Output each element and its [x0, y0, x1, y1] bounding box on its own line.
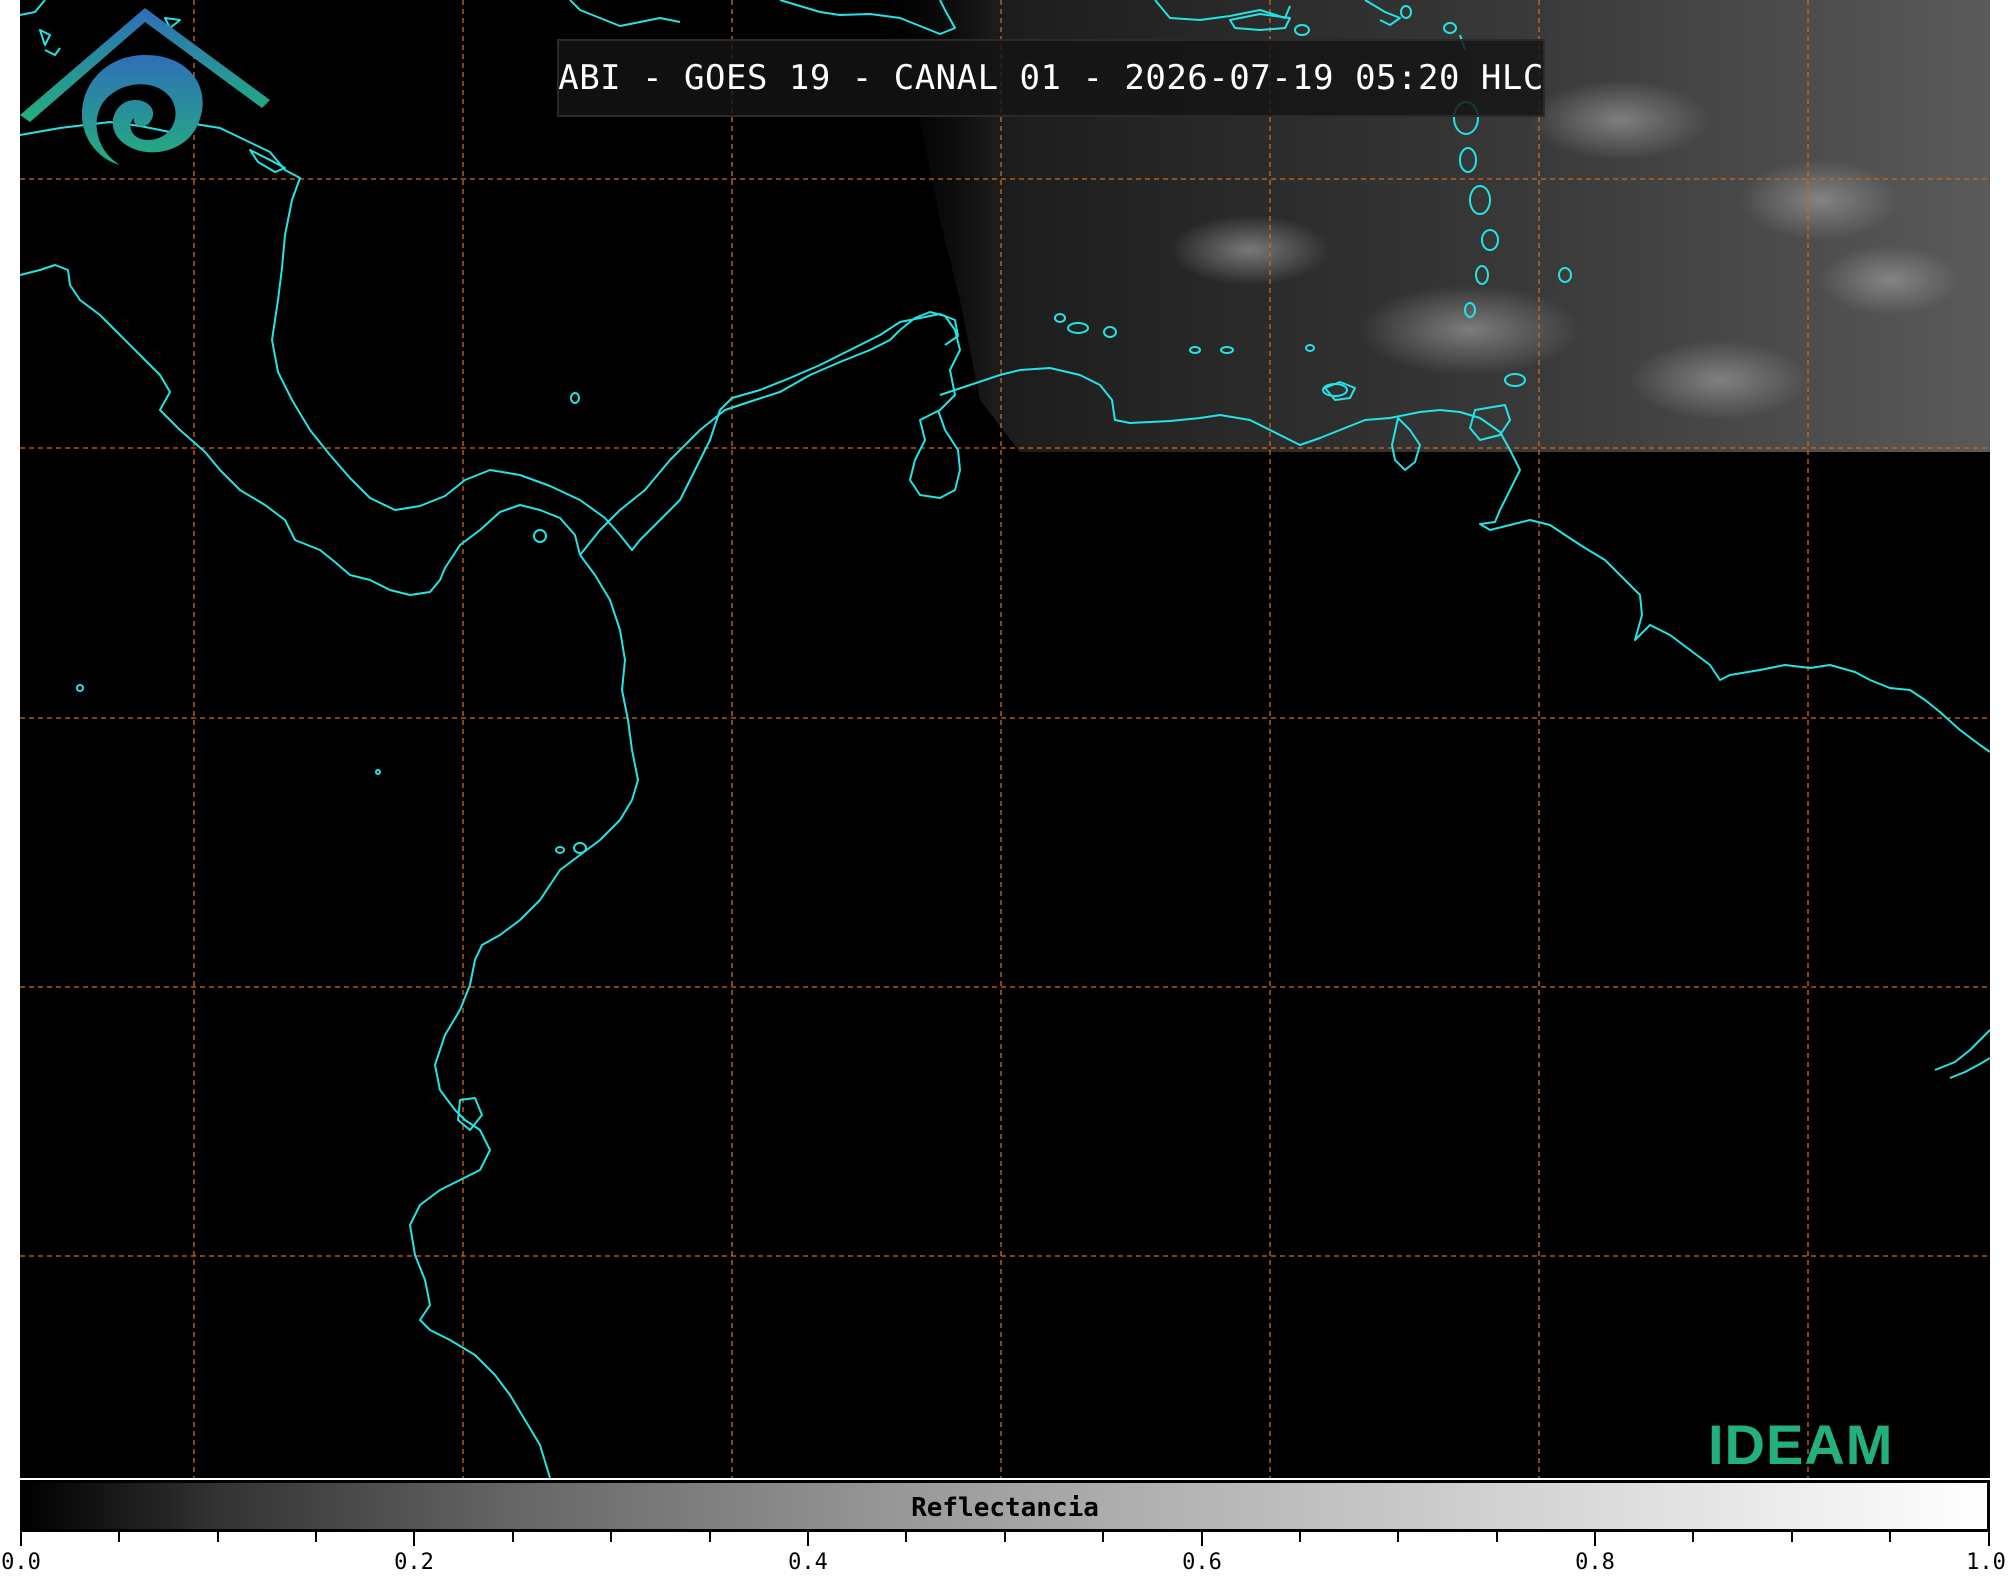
colorbar-label: Reflectancia	[911, 1493, 1099, 1523]
colorbar-minor-tick	[1791, 1532, 1793, 1542]
colorbar-minor-tick	[1692, 1532, 1694, 1542]
logo-text: IDEAM	[1708, 1413, 1894, 1476]
map-layer	[20, 0, 1990, 1478]
colorbar-minor-tick	[709, 1532, 711, 1542]
colorbar-minor-tick	[1102, 1532, 1104, 1542]
colorbar-tick	[1988, 1532, 1990, 1546]
ideam-logo-icon	[20, 8, 270, 165]
colorbar-tick	[807, 1532, 809, 1546]
colorbar-tick-label: 0.2	[394, 1550, 434, 1575]
colorbar-minor-tick	[1397, 1532, 1399, 1542]
satellite-map: ABI - GOES 19 - CANAL 01 - 2026-07-19 05…	[20, 0, 1990, 1478]
colorbar-minor-tick	[905, 1532, 907, 1542]
colorbar-tick	[1201, 1532, 1203, 1546]
colorbar-tick-label: 1.0	[1966, 1550, 2006, 1575]
colorbar-tick-label: 0.0	[1, 1550, 41, 1575]
colorbar-minor-tick	[217, 1532, 219, 1542]
colorbar: Reflectancia	[20, 1480, 1990, 1532]
colorbar-tick-label: 0.6	[1182, 1550, 1222, 1575]
colorbar-minor-tick	[512, 1532, 514, 1542]
colorbar-minor-tick	[610, 1532, 612, 1542]
colorbar-minor-tick	[118, 1532, 120, 1542]
title-box: ABI - GOES 19 - CANAL 01 - 2026-07-19 05…	[557, 39, 1545, 117]
colorbar-tick-label: 0.4	[788, 1550, 828, 1575]
colorbar-tick	[413, 1532, 415, 1546]
colorbar-tick	[1594, 1532, 1596, 1546]
map-title: ABI - GOES 19 - CANAL 01 - 2026-07-19 05…	[558, 58, 1544, 98]
colorbar-minor-tick	[1889, 1532, 1891, 1542]
colorbar-minor-tick	[315, 1532, 317, 1542]
colorbar-minor-tick	[1004, 1532, 1006, 1542]
colorbar-tick-label: 0.8	[1575, 1550, 1615, 1575]
colorbar-minor-tick	[1299, 1532, 1301, 1542]
colorbar-tick	[20, 1532, 22, 1546]
colorbar-minor-tick	[1496, 1532, 1498, 1542]
